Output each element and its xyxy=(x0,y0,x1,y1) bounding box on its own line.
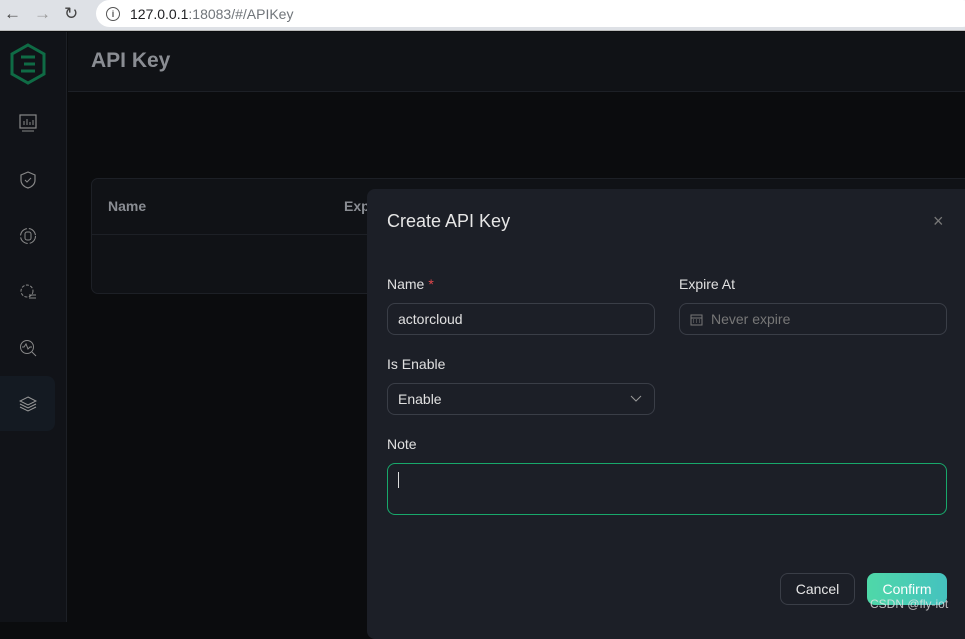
dashboard-icon xyxy=(18,113,37,131)
browser-toolbar: ← → ↻ i 127.0.0.1:18083/#/APIKey xyxy=(0,0,965,31)
note-textarea[interactable] xyxy=(387,463,947,515)
create-api-key-dialog: Create API Key × Name * actorcloud Expire… xyxy=(367,189,965,639)
name-input[interactable]: actorcloud xyxy=(387,303,655,335)
page-title: API Key xyxy=(91,49,171,72)
dialog-title: Create API Key xyxy=(387,211,511,231)
sidebar-item-diagnose[interactable] xyxy=(0,320,55,375)
sidebar-item-dashboard[interactable] xyxy=(0,95,55,150)
expire-date-picker[interactable]: Never expire xyxy=(679,303,947,335)
name-value: actorcloud xyxy=(398,311,463,327)
forward-button[interactable]: → xyxy=(34,4,51,24)
close-icon[interactable]: × xyxy=(933,211,944,232)
address-bar[interactable]: i 127.0.0.1:18083/#/APIKey xyxy=(96,0,965,27)
note-label: Note xyxy=(387,436,417,452)
shield-check-icon xyxy=(19,170,36,189)
cancel-button[interactable]: Cancel xyxy=(780,573,855,605)
url-path: :18083/#/APIKey xyxy=(188,5,294,22)
enable-select[interactable]: Enable xyxy=(387,383,655,415)
sidebar-item-access[interactable] xyxy=(0,152,55,207)
reload-button[interactable]: ↻ xyxy=(64,4,78,24)
enable-label: Is Enable xyxy=(387,356,446,372)
enable-value: Enable xyxy=(398,391,442,407)
chevron-down-icon xyxy=(630,395,642,402)
calendar-icon xyxy=(690,314,703,325)
column-header-expire[interactable]: Exp xyxy=(344,198,370,214)
name-label-text: Name xyxy=(387,276,425,292)
diagnose-icon xyxy=(19,339,36,356)
database-sync-icon xyxy=(19,227,36,244)
url-host: 127.0.0.1 xyxy=(130,5,189,22)
sidebar xyxy=(0,32,67,622)
sidebar-item-system[interactable] xyxy=(0,376,55,431)
expire-placeholder: Never expire xyxy=(711,311,791,327)
column-header-name[interactable]: Name xyxy=(108,198,146,214)
layers-icon xyxy=(18,395,37,412)
gear-list-icon xyxy=(20,284,36,298)
info-icon[interactable]: i xyxy=(106,6,120,21)
back-button[interactable]: ← xyxy=(4,4,21,24)
sidebar-item-settings[interactable] xyxy=(0,264,55,319)
page-header: API Key xyxy=(68,32,965,92)
sidebar-item-data[interactable] xyxy=(0,208,55,263)
text-caret xyxy=(398,472,399,488)
watermark: CSDN @fly-iot xyxy=(870,597,949,611)
expire-label: Expire At xyxy=(679,276,736,292)
name-label: Name * xyxy=(387,276,434,292)
required-mark: * xyxy=(428,276,434,292)
logo-icon[interactable] xyxy=(9,43,47,85)
